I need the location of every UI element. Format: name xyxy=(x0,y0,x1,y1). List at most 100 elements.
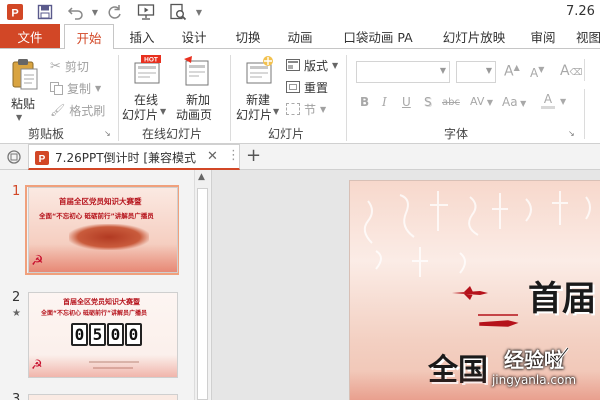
cut-button[interactable]: ✂ 剪切 xyxy=(50,57,118,75)
online-slide-label-2[interactable]: 幻灯片 xyxy=(122,106,158,123)
section-dropdown-icon: ▼ xyxy=(320,104,327,114)
powerpoint-app-icon[interactable]: P xyxy=(6,2,24,22)
text-shadow-button[interactable]: S xyxy=(424,95,432,109)
save-icon[interactable] xyxy=(34,2,56,22)
helicopter-image xyxy=(478,314,519,327)
font-color-icon: A xyxy=(543,92,553,106)
customize-quick-access-icon[interactable]: ▼ xyxy=(194,2,204,22)
tab-home[interactable]: 开始 xyxy=(64,24,114,49)
slide-title: 首届全区党员知识大赛暨 xyxy=(63,298,140,306)
slide-title: 首届 xyxy=(528,279,596,319)
layout-icon xyxy=(286,59,300,71)
font-size-select[interactable]: ▼ xyxy=(456,61,496,83)
thumbnail-scrollbar[interactable]: ▲ xyxy=(194,170,210,400)
print-preview-icon[interactable] xyxy=(166,2,190,22)
slide-thumbnail[interactable]: 首届全区党员知识大赛暨 全面“不忘初心 砥砺前行”讲解员广播员 ☭ xyxy=(28,187,178,273)
strikethrough-button[interactable]: abc xyxy=(442,97,460,108)
shrink-font-button[interactable]: A▼ xyxy=(530,65,544,80)
undo-dropdown-icon[interactable]: ▼ xyxy=(90,2,100,22)
countdown-digit: 0 xyxy=(71,323,88,346)
powerpoint-file-icon: P xyxy=(35,150,49,169)
slide-thumbnail[interactable] xyxy=(28,394,178,400)
tab-transitions[interactable]: 切换 xyxy=(226,24,270,48)
scroll-up-icon[interactable]: ▲ xyxy=(198,172,205,182)
paintbrush-icon: 🖌 xyxy=(50,103,66,117)
font-name-dropdown-icon: ▼ xyxy=(439,66,446,75)
layout-label: 版式 xyxy=(304,58,329,73)
close-tab-icon[interactable]: ✕ xyxy=(207,149,218,164)
tab-insert[interactable]: 插入 xyxy=(120,24,164,48)
reset-icon xyxy=(286,81,300,93)
slide-transition-star-icon: ★ xyxy=(12,308,21,319)
tab-review[interactable]: 审阅 xyxy=(524,24,562,48)
online-slide-dropdown-icon[interactable]: ▼ xyxy=(160,107,166,116)
slide-thumbnail[interactable]: 首届全区党员知识大赛暨 全面“不忘初心 砥砺前行”讲解员广播员 0 5 0 0 … xyxy=(28,292,178,378)
new-animation-page-label-2[interactable]: 动画页 xyxy=(176,106,212,123)
online-slides-group-label: 在线幻灯片 xyxy=(142,127,203,141)
paste-icon[interactable] xyxy=(10,57,40,93)
italic-button[interactable]: I xyxy=(382,95,387,109)
change-case-button[interactable]: Aa ▼ xyxy=(502,95,526,109)
font-name-select[interactable]: ▼ xyxy=(356,61,450,83)
current-slide[interactable]: 首届 全国 xyxy=(349,180,600,400)
party-emblem-icon: ☭ xyxy=(31,358,43,373)
new-tab-button[interactable]: + xyxy=(246,145,261,166)
section-button[interactable]: 节 ▼ xyxy=(286,100,326,118)
font-group-label: 字体 xyxy=(444,127,469,141)
presentation-from-start-icon[interactable] xyxy=(134,2,158,22)
new-slide-icon[interactable] xyxy=(244,55,274,91)
shrink-font-label: A xyxy=(530,66,539,80)
font-size-dropdown-icon: ▼ xyxy=(485,66,492,75)
bold-button[interactable]: B xyxy=(360,95,369,109)
tab-file[interactable]: 文件 xyxy=(0,24,60,48)
svg-text:P: P xyxy=(39,154,46,165)
redo-icon[interactable] xyxy=(104,2,126,22)
change-case-label: Aa xyxy=(502,95,518,109)
tab-slide-show[interactable]: 幻灯片放映 xyxy=(434,24,514,48)
clipboard-dialog-launcher-icon[interactable]: ↘ xyxy=(104,129,111,138)
font-color-dropdown-icon[interactable]: ▼ xyxy=(560,97,566,106)
slide-editing-area: 首届 全国 xyxy=(212,170,600,400)
countdown-digit: 5 xyxy=(89,323,106,346)
font-color-button[interactable]: A xyxy=(538,93,558,111)
online-slide-icon[interactable]: HOT xyxy=(132,55,162,91)
slides-group-label: 幻灯片 xyxy=(268,127,305,141)
grow-font-button[interactable]: A▲ xyxy=(504,63,520,80)
document-list-icon[interactable] xyxy=(6,149,22,165)
hot-badge: HOT xyxy=(144,57,158,64)
tab-menu-icon[interactable]: ⋮ xyxy=(227,148,240,163)
document-tab-bar: P 7.26PPT倒计时 [兼容模式 ✕ ⋮ + xyxy=(0,144,600,170)
new-animation-page-icon[interactable] xyxy=(182,55,212,91)
svg-text:P: P xyxy=(11,8,18,20)
tab-pocket-animation[interactable]: 口袋动画 PA xyxy=(336,24,420,48)
flag-wave-image xyxy=(350,371,600,400)
new-slide-label-2[interactable]: 幻灯片 xyxy=(236,106,272,123)
undo-icon[interactable] xyxy=(64,2,88,22)
clear-formatting-button[interactable]: A⌫ xyxy=(560,63,582,79)
tab-view[interactable]: 视图 xyxy=(576,24,600,48)
document-tab[interactable]: P 7.26PPT倒计时 [兼容模式 ✕ ⋮ xyxy=(28,144,240,170)
tab-design[interactable]: 设计 xyxy=(172,24,216,48)
countdown-digit: 0 xyxy=(125,323,142,346)
paste-dropdown-icon[interactable]: ▼ xyxy=(16,113,22,122)
copy-dropdown-icon: ▼ xyxy=(95,83,102,93)
countdown-digit: 0 xyxy=(107,323,124,346)
character-spacing-button[interactable]: AV ▼ xyxy=(470,95,493,108)
copy-label: 复制 xyxy=(67,81,92,96)
ribbon-home: 粘贴 ▼ ✂ 剪切 复制 ▼ 🖌 格式刷 剪贴板 ↘ HOT 在线 幻灯片 ▼ xyxy=(0,48,600,144)
underline-button[interactable]: U xyxy=(402,95,411,109)
flag-wave-image xyxy=(29,355,177,377)
tab-animations[interactable]: 动画 xyxy=(278,24,322,48)
new-slide-dropdown-icon[interactable]: ▼ xyxy=(273,107,279,116)
reset-button[interactable]: 重置 xyxy=(286,78,328,96)
copy-button[interactable]: 复制 ▼ xyxy=(50,79,118,97)
slide-title: 首届全区党员知识大赛暨 xyxy=(59,197,142,206)
slide-number: 3 xyxy=(12,392,21,400)
scrollbar-thumb[interactable] xyxy=(197,188,208,400)
layout-button[interactable]: 版式 ▼ xyxy=(286,56,338,74)
font-dialog-launcher-icon[interactable]: ↘ xyxy=(568,129,575,138)
copy-icon xyxy=(50,81,63,95)
grow-font-label: A xyxy=(504,63,514,80)
paste-button[interactable]: 粘贴 xyxy=(11,95,35,112)
format-painter-button[interactable]: 🖌 格式刷 xyxy=(50,101,118,119)
